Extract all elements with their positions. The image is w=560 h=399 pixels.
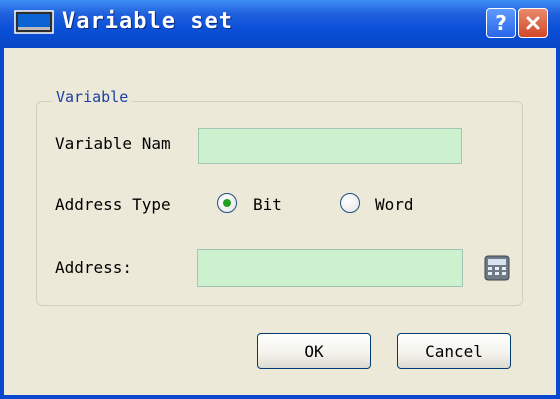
window-frame-left: [0, 48, 4, 399]
close-icon: [526, 16, 540, 30]
address-label: Address:: [55, 258, 133, 277]
ok-button[interactable]: OK: [257, 333, 371, 369]
word-radio[interactable]: [340, 193, 360, 213]
variable-name-label: Variable Nam: [55, 134, 171, 153]
variable-name-input[interactable]: [198, 128, 462, 164]
cancel-button-label: Cancel: [425, 341, 483, 361]
dialog-window: Variable set ? Variable Variable Nam Add…: [0, 0, 560, 399]
help-icon: ?: [495, 11, 507, 35]
help-button[interactable]: ?: [486, 8, 516, 38]
window-icon: [14, 10, 54, 34]
window-frame-bottom: [0, 395, 560, 399]
word-option-label[interactable]: Word: [375, 195, 414, 214]
address-type-label: Address Type: [55, 195, 171, 214]
radio-selected-dot: [223, 199, 231, 207]
bit-option-label[interactable]: Bit: [253, 195, 282, 214]
cancel-button[interactable]: Cancel: [397, 333, 511, 369]
group-title: Variable: [52, 88, 133, 106]
title-bar[interactable]: Variable set ?: [0, 0, 560, 48]
address-input[interactable]: [197, 249, 463, 287]
ok-button-label: OK: [304, 341, 324, 361]
bit-radio[interactable]: [217, 193, 237, 213]
window-title: Variable set: [62, 9, 233, 34]
close-button[interactable]: [518, 8, 548, 38]
window-frame-right: [556, 48, 560, 399]
calculator-icon[interactable]: [483, 254, 511, 282]
